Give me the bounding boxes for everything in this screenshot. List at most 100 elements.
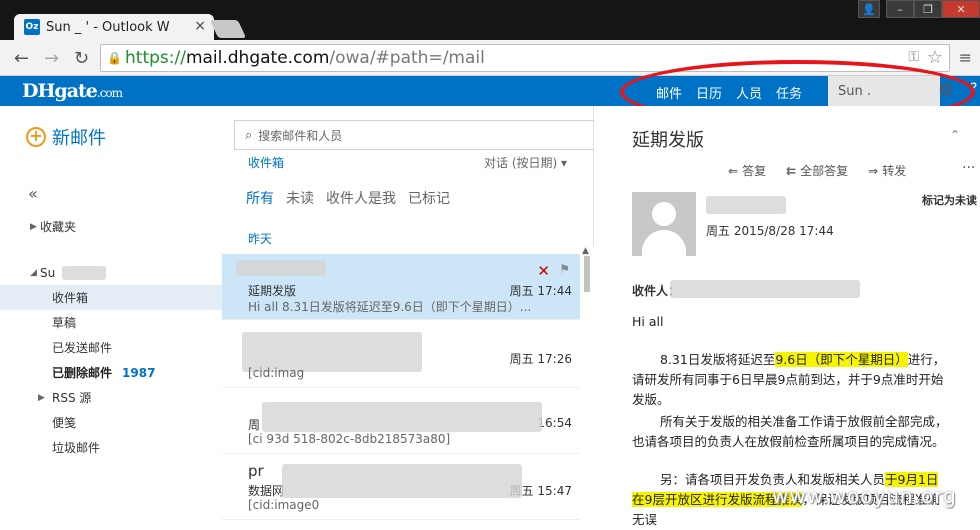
minimize-icon[interactable]: – [886,0,914,18]
collapse-pane-icon[interactable]: « [28,184,38,203]
forward-label: 转发 [882,164,907,178]
flag-icon[interactable]: ⚑ [559,262,570,276]
new-mail-button[interactable]: + 新邮件 [26,124,106,150]
filter-all[interactable]: 所有 [246,188,274,208]
scroll-up-icon[interactable]: ▲ [582,246,589,256]
help-icon[interactable]: ? [970,81,977,97]
folder-drafts[interactable]: 草稿 [0,310,222,335]
lock-icon: 🔒 [107,51,122,65]
redaction-blur [706,196,786,214]
folder-label: 已发送邮件 [52,341,113,355]
more-actions-icon[interactable]: ··· [962,160,975,176]
tab-title: Sun _ ' - Outlook W [46,19,170,35]
body-line: 无误 [632,512,658,527]
message-item[interactable]: [cid:imag 周五 17:26 [222,322,580,388]
browser-menu-icon[interactable]: ≡ [959,48,972,67]
message-subject: 周 [248,418,261,432]
message-actions: ⇐ 答复 ⇇ 全部答复 ⇒ 转发 [728,162,906,179]
favorites-section[interactable]: ▶ 收藏夹 [0,214,222,239]
folder-sent[interactable]: 已发送邮件 [0,335,222,360]
close-tab-icon[interactable]: × [194,18,206,34]
delete-icon[interactable]: ✕ [537,262,550,280]
sort-dropdown[interactable]: 对话 (按日期) ▾ [484,154,567,171]
message-item[interactable]: 延期发版 Hi all 8.31日发版将延迟至9.6日（即下个星期日）... 周… [222,254,580,320]
user-profile-icon[interactable]: 👤 [858,0,880,18]
expand-triangle-icon[interactable]: ▶ [38,393,45,403]
reply-label: 答复 [742,164,767,178]
expand-icon[interactable]: ⌃ [950,128,960,142]
maximize-icon[interactable]: ❐ [914,0,942,18]
filter-flagged[interactable]: 已标记 [408,188,450,208]
bookmark-star-icon[interactable]: ☆ [927,47,943,68]
reply-button[interactable]: ⇐ 答复 [728,162,766,179]
unread-count: 1987 [122,365,156,380]
body-line: 也请各项目的负责人在放假前检查所属项目的完成情况。 [632,434,945,449]
message-sender: pr [248,462,264,480]
date-group-header: 昨天 [248,232,273,246]
reply-all-button[interactable]: ⇇ 全部答复 [786,162,848,179]
nav-tasks[interactable]: 任务 [776,83,802,102]
address-bar[interactable]: 🔒 https:// mail.dhgate.com /owa/#path=/m… [100,44,950,72]
avatar [632,192,696,256]
body-line: 8.31日发版将延迟至9.6日（即下个星期日）进行， [632,350,945,370]
nav-calendar[interactable]: 日历 [696,83,722,102]
browser-tabstrip: Oz Sun _ ' - Outlook W × 👤 – ❐ ✕ [0,0,980,40]
redaction-blur [282,464,522,498]
forward-icon[interactable]: → [44,48,59,69]
filter-to-me[interactable]: 收件人是我 [326,188,396,208]
message-item[interactable]: 周 [ci 93d 518-802c-8db218573a80] 16:54 [222,388,580,454]
filter-tabs: 所有 未读 收件人是我 已标记 [246,188,450,208]
favorites-label: 收藏夹 [40,220,77,234]
mark-unread-link[interactable]: 标记为未读 [922,192,977,208]
message-item[interactable]: pr 数据网 [cid:image0 周五 15:47 [222,454,580,520]
expand-triangle-icon: ▶ [30,221,37,232]
message-preview: [ci 93d 518-802c-8db218573a80] [248,432,451,446]
url-host: mail.dhgate.com [185,48,330,68]
search-input[interactable]: ⌕ 搜索邮件和人员 [234,120,596,150]
nav-mail[interactable]: 邮件 [656,83,682,102]
search-placeholder: 搜索邮件和人员 [258,128,343,143]
message-preview: Hi all 8.31日发版将延迟至9.6日（即下个星期日）... [248,300,532,314]
message-date: 16:54 [537,416,572,430]
redaction-blur [262,402,542,432]
reload-icon[interactable]: ↻ [74,48,89,69]
window-close-icon[interactable]: ✕ [942,0,980,18]
new-mail-label: 新邮件 [52,128,106,149]
folder-label: 垃圾邮件 [52,441,101,455]
list-scrollbar[interactable]: ▲ [580,246,594,520]
chevron-down-icon: ▾ [561,156,568,170]
redaction-blur [62,266,106,280]
browser-tab[interactable]: Oz Sun _ ' - Outlook W × [14,14,214,40]
folder-deleted[interactable]: 已删除邮件 1987 [0,360,222,385]
outlook-favicon-icon: Oz [24,19,40,35]
folder-pane: + 新邮件 « ▶ 收藏夹 ◢ Su 收件箱 草稿 已发送邮件 已删除邮件 19… [0,106,222,520]
watermark: www.wooyun.org [772,484,957,508]
reply-icon: ⇐ [728,164,739,178]
reply-all-icon: ⇇ [786,164,797,178]
url-scheme: https:// [125,48,186,68]
redaction-blur [670,280,860,298]
gear-icon[interactable]: ⚙ [938,80,954,101]
folder-junk[interactable]: 垃圾邮件 [0,435,222,460]
new-tab-button[interactable] [209,20,247,38]
user-name[interactable]: Sun . [828,76,940,106]
message-subject: 数据网 [248,484,285,498]
folder-notes[interactable]: 便笺 [0,410,222,435]
forward-icon: ⇒ [868,164,879,178]
nav-people[interactable]: 人员 [736,83,762,102]
forward-button[interactable]: ⇒ 转发 [868,162,906,179]
dhgate-logo[interactable]: DHgate.com [22,80,123,102]
key-icon[interactable]: ⚿ [908,49,919,65]
message-list-pane: ⌕ 搜索邮件和人员 收件箱 对话 (按日期) ▾ 所有 未读 收件人是我 已标记… [222,106,596,520]
body-line: 请研发所有同事于6日早晨9点前到达，并于9点准时开始 [632,372,944,387]
filter-unread[interactable]: 未读 [286,188,314,208]
folder-inbox[interactable]: 收件箱 [0,285,222,310]
body-text: 进行， [907,352,946,367]
folder-label: 已删除邮件 [52,366,113,380]
body-line: 发版。 [632,392,670,407]
account-section[interactable]: ◢ Su [0,260,222,285]
scroll-thumb[interactable] [584,256,590,292]
back-icon[interactable]: ← [14,48,29,69]
folder-rss[interactable]: ▶ RSS 源 [0,385,222,410]
message-preview: [cid:image0 [248,498,320,512]
